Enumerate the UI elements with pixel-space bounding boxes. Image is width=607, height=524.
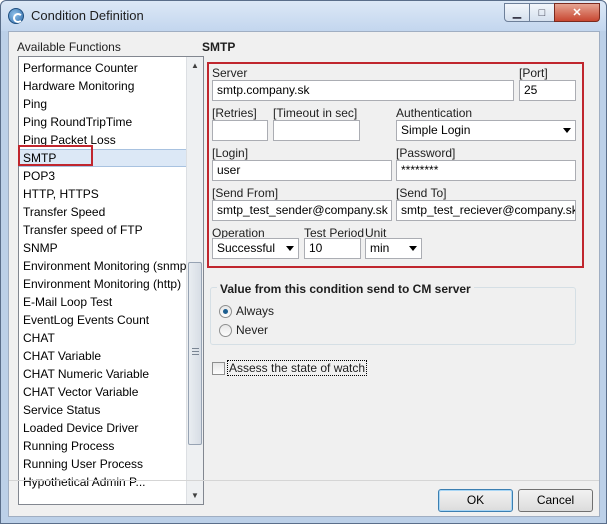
list-item[interactable]: HTTP, HTTPS xyxy=(19,185,187,203)
ok-button[interactable]: OK xyxy=(438,489,513,512)
close-button[interactable]: ✕ xyxy=(554,3,600,22)
value-group-title: Value from this condition send to CM ser… xyxy=(217,282,474,296)
test-period-input[interactable]: 10 xyxy=(304,238,361,259)
assess-checkbox[interactable] xyxy=(212,362,225,375)
title-bar[interactable]: Condition Definition ▁ □ ✕ xyxy=(1,1,606,31)
server-label: Server xyxy=(212,66,248,80)
available-functions-label: Available Functions xyxy=(17,40,121,54)
login-input[interactable]: user xyxy=(212,160,392,181)
list-item[interactable]: Performance Counter xyxy=(19,59,187,77)
scroll-up-icon[interactable]: ▲ xyxy=(187,57,203,74)
minimize-button[interactable]: ▁ xyxy=(504,3,530,22)
app-icon xyxy=(8,8,24,24)
scroll-down-icon[interactable]: ▼ xyxy=(187,487,203,504)
authentication-select[interactable]: Simple Login xyxy=(396,120,576,141)
list-item[interactable]: Running Process xyxy=(19,437,187,455)
radio-always[interactable] xyxy=(219,305,232,318)
list-item[interactable]: Service Status xyxy=(19,401,187,419)
list-item[interactable]: Environment Monitoring (http) xyxy=(19,275,187,293)
list-item[interactable]: Ping Packet Loss xyxy=(19,131,187,149)
list-item[interactable]: CHAT Vector Variable xyxy=(19,383,187,401)
section-title: SMTP xyxy=(202,40,236,54)
retries-label: [Retries] xyxy=(212,106,257,120)
function-list[interactable]: Performance Counter Hardware Monitoring Pi… xyxy=(18,56,204,505)
operation-value: Successful xyxy=(217,241,276,255)
list-item[interactable]: CHAT xyxy=(19,329,187,347)
port-label: [Port] xyxy=(519,66,548,80)
send-from-label: [Send From] xyxy=(212,186,279,200)
list-item[interactable]: Ping RoundTripTime xyxy=(19,113,187,131)
list-item[interactable]: POP3 xyxy=(19,167,187,185)
operation-select[interactable]: Successful xyxy=(212,238,299,259)
unit-value: min xyxy=(370,241,390,255)
list-item[interactable]: Hardware Monitoring xyxy=(19,77,187,95)
login-label: [Login] xyxy=(212,146,249,160)
list-item[interactable]: Ping xyxy=(19,95,187,113)
timeout-label: [Timeout in sec] xyxy=(273,106,358,120)
list-item[interactable]: Hypothetical Admin P... xyxy=(19,473,187,491)
send-to-label: [Send To] xyxy=(396,186,447,200)
retries-input[interactable] xyxy=(212,120,268,141)
server-input[interactable]: smtp.company.sk xyxy=(212,80,514,101)
chevron-down-icon xyxy=(409,246,417,251)
list-item[interactable]: CHAT Numeric Variable xyxy=(19,365,187,383)
chevron-down-icon xyxy=(286,246,294,251)
authentication-label: Authentication xyxy=(396,106,473,120)
function-items: Performance Counter Hardware Monitoring Pi… xyxy=(19,59,190,491)
dialog-body: Available Functions Performance Counter H… xyxy=(8,31,600,517)
password-input[interactable]: ******** xyxy=(396,160,576,181)
function-list-scrollbar[interactable]: ▲ ▼ xyxy=(186,57,203,504)
grip-icon xyxy=(192,348,199,355)
scroll-thumb[interactable] xyxy=(188,262,202,445)
list-item[interactable]: SNMP xyxy=(19,239,187,257)
radio-always-label[interactable]: Always xyxy=(236,304,274,318)
maximize-button[interactable]: □ xyxy=(529,3,555,22)
dialog-window: Condition Definition ▁ □ ✕ Available Fun… xyxy=(0,0,607,524)
list-item[interactable]: SMTP xyxy=(19,149,187,167)
chevron-down-icon xyxy=(563,128,571,133)
radio-never-label[interactable]: Never xyxy=(236,323,268,337)
unit-select[interactable]: min xyxy=(365,238,422,259)
list-item[interactable]: Transfer Speed xyxy=(19,203,187,221)
list-item[interactable]: Environment Monitoring (snmp) xyxy=(19,257,190,275)
assess-checkbox-label[interactable]: Assess the state of watch xyxy=(227,360,368,376)
button-bar-divider xyxy=(9,480,599,481)
list-item[interactable]: E-Mail Loop Test xyxy=(19,293,187,311)
list-item[interactable]: CHAT Variable xyxy=(19,347,187,365)
port-input[interactable]: 25 xyxy=(519,80,576,101)
authentication-value: Simple Login xyxy=(401,123,471,137)
list-item[interactable]: Loaded Device Driver xyxy=(19,419,187,437)
radio-never[interactable] xyxy=(219,324,232,337)
timeout-input[interactable] xyxy=(273,120,360,141)
list-item[interactable]: Running User Process xyxy=(19,455,187,473)
list-item[interactable]: Transfer speed of FTP xyxy=(19,221,187,239)
send-from-input[interactable]: smtp_test_sender@company.sk xyxy=(212,200,392,221)
list-item[interactable]: EventLog Events Count xyxy=(19,311,187,329)
cancel-button[interactable]: Cancel xyxy=(518,489,593,512)
window-title: Condition Definition xyxy=(31,8,144,23)
password-label: [Password] xyxy=(396,146,456,160)
send-to-input[interactable]: smtp_test_reciever@company.sk xyxy=(396,200,576,221)
